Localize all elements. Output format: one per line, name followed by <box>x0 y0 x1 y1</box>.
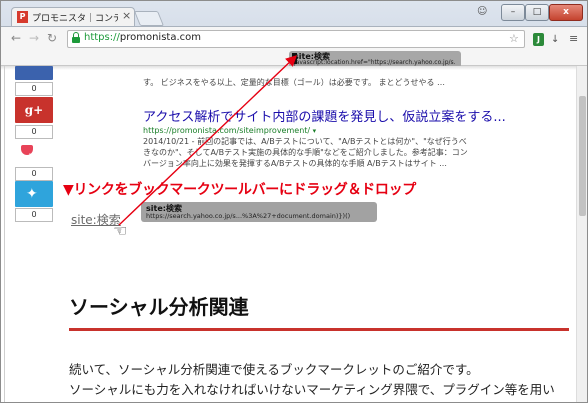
page-top-shadow <box>1 66 587 70</box>
dragged-link-preview-url: https://search.yahoo.co.jp/s...%3A%27+do… <box>146 212 351 220</box>
page-scrollbar[interactable] <box>576 66 587 402</box>
section-heading-underline <box>69 328 569 331</box>
page-content: 0 g+ 0 0 ✦ 0 す。 ビジネスをやる以上、定量的な目標（ゴール）は必要… <box>1 66 587 402</box>
reload-icon[interactable]: ↻ <box>47 31 57 45</box>
tab-title: プロモニスタ｜コンテン <box>32 14 118 24</box>
close-window-button[interactable]: x <box>549 4 583 21</box>
user-icon[interactable]: ☺ <box>477 6 487 17</box>
article-paragraph: 続いて、ソーシャル分析関連で使えるブックマークレットのご紹介です。 <box>69 362 479 377</box>
section-heading: ソーシャル分析関連 <box>69 295 249 319</box>
result-url-dropdown-icon[interactable]: ▾ <box>313 127 317 135</box>
twitter-bird-icon: ✦ <box>26 186 38 202</box>
minimize-button[interactable]: – <box>501 4 525 21</box>
twitter-share-button[interactable]: ✦ <box>15 181 53 207</box>
menu-icon[interactable]: ≡ <box>569 32 578 45</box>
scrollbar-thumb[interactable] <box>579 96 586 216</box>
result-url: https://promonista.com/siteimprovement/ … <box>143 126 316 135</box>
url-host: promonista.com <box>119 32 201 43</box>
tab-favicon-icon: P <box>17 11 28 23</box>
dragged-bookmark-url: javascript:location.href="https://search… <box>294 59 456 66</box>
pocket-share-button[interactable] <box>15 140 53 166</box>
drop-cursor-icon <box>292 53 297 64</box>
forward-icon[interactable]: → <box>29 31 39 45</box>
pocket-share-count: 0 <box>15 167 53 181</box>
url-scheme: https:// <box>84 32 120 43</box>
address-bar[interactable]: https://promonista.com <box>67 30 525 48</box>
new-tab-button[interactable] <box>133 11 165 26</box>
browser-tab[interactable]: P プロモニスタ｜コンテン × <box>11 7 135 27</box>
star-icon[interactable]: ☆ <box>509 32 519 45</box>
pocket-icon <box>21 145 35 157</box>
back-icon[interactable]: ← <box>11 31 21 45</box>
hand-cursor-icon: ☜ <box>113 221 128 240</box>
tab-close-icon[interactable]: × <box>122 9 131 22</box>
google-plus-share-count: 0 <box>15 125 53 139</box>
article-paragraph: ソーシャルにも力を入れなければいけないマーケティング界隈で、プラグイン等を用い <box>69 382 555 397</box>
facebook-share-button[interactable] <box>15 66 53 80</box>
drag-instruction-banner: ▼リンクをブックマークツールバーにドラッグ＆ドロップ <box>63 182 416 198</box>
extension-arrow-icon[interactable]: ↓ <box>551 34 559 45</box>
result-snippet-previous: す。 ビジネスをやる以上、定量的な目標（ゴール）は必要です。 まとどうせやる … <box>143 78 446 87</box>
maximize-button[interactable]: □ <box>525 4 549 21</box>
twitter-share-count: 0 <box>15 208 53 222</box>
result-snippet: 2014/10/21 - 前回の記事では、A/Bテストについて、"A/Bテストと… <box>143 137 468 168</box>
navigation-toolbar: ← → ↻ https://promonista.com ☆ J ↓ ≡ <box>1 26 587 51</box>
result-url-text: https://promonista.com/siteimprovement/ <box>143 126 311 135</box>
google-plus-share-button[interactable]: g+ <box>15 97 53 123</box>
facebook-share-count: 0 <box>15 82 53 96</box>
result-title-link[interactable]: アクセス解析でサイト内部の課題を発見し、仮説立案をする... <box>143 106 506 125</box>
extension-icon[interactable]: J <box>533 33 544 46</box>
lock-icon <box>72 32 80 43</box>
content-divider <box>4 66 5 402</box>
url-text: https://promonista.com <box>84 32 201 43</box>
dragged-link-preview: site:検索 https://search.yahoo.co.jp/s...%… <box>141 202 377 222</box>
browser-window: P プロモニスタ｜コンテン × ☺ – □ x ← → ↻ https://pr… <box>0 0 588 403</box>
